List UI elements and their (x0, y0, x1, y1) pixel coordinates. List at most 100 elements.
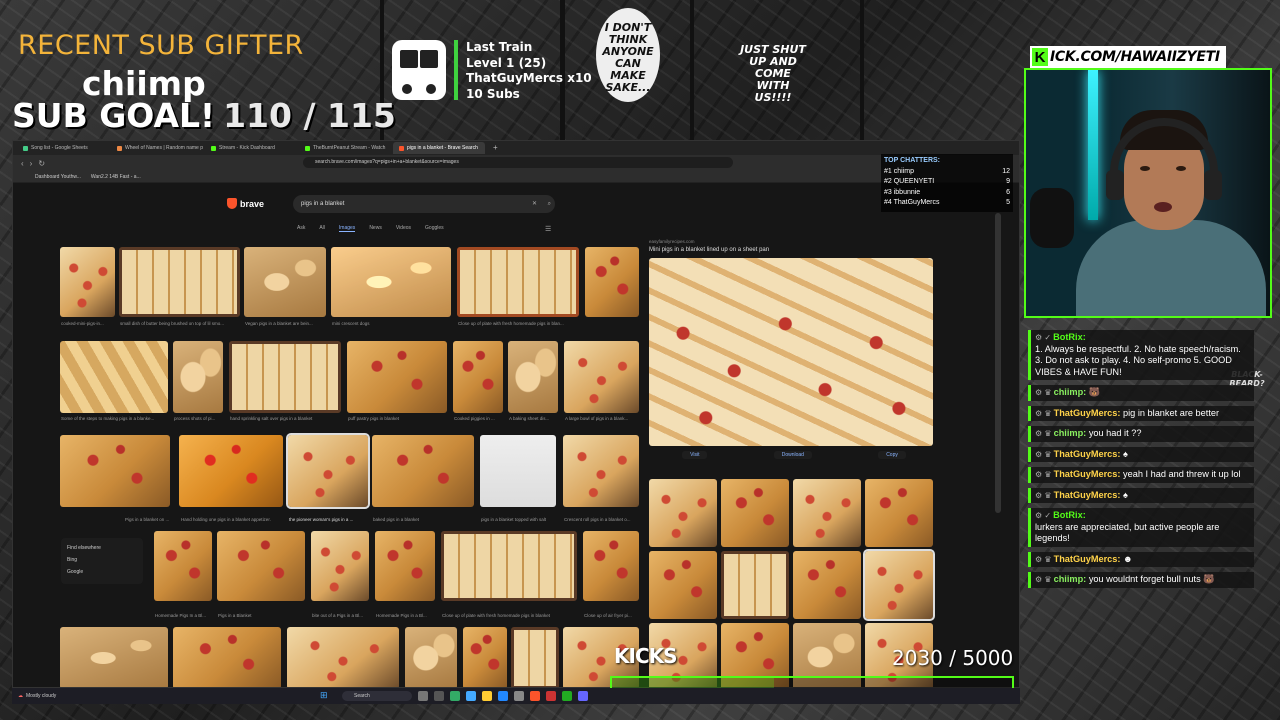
image-result[interactable] (244, 247, 326, 317)
image-result[interactable] (287, 627, 399, 687)
image-result-selected[interactable] (286, 433, 370, 509)
search-icon[interactable]: ⌕ (548, 195, 551, 213)
address-bar[interactable]: search.brave.com/images?q=pigs+in+a+blan… (303, 157, 733, 168)
image-result[interactable] (453, 341, 503, 413)
tab-videos[interactable]: Videos (396, 225, 411, 232)
image-result[interactable] (405, 627, 457, 687)
bookmark-item[interactable]: Dashboard Youthw... (35, 174, 81, 180)
taskbar-app-icon[interactable] (562, 691, 572, 701)
brave-icon (399, 145, 404, 151)
taskbar-app-icon[interactable] (578, 691, 588, 701)
manga-panel-divider (690, 0, 694, 140)
image-result[interactable] (229, 341, 341, 413)
image-result[interactable] (173, 341, 223, 413)
chat-username: BotRix: (1053, 510, 1086, 520)
taskbar-app-icon[interactable] (434, 691, 444, 701)
detail-preview-image[interactable] (649, 258, 933, 446)
reload-icon[interactable]: ↻ (38, 159, 45, 168)
image-result[interactable] (60, 627, 168, 687)
new-tab-button[interactable]: + (487, 142, 501, 154)
train-level: Level 1 (25) (466, 55, 547, 70)
image-result[interactable] (563, 435, 639, 507)
browser-tab-bar: Song list - Google Sheets Wheel of Names… (13, 141, 1019, 155)
forward-icon[interactable]: › (30, 159, 33, 168)
related-image[interactable] (649, 479, 717, 547)
tab-ask[interactable]: Ask (297, 225, 305, 232)
image-result[interactable] (331, 247, 451, 317)
filter-icon[interactable]: ☰ (545, 225, 551, 233)
manga-speech-bubble: I DON'T THINK ANYONE CAN MAKE SAKE... (596, 8, 660, 102)
taskbar-search[interactable]: Search (342, 691, 412, 701)
find-elsewhere-bing[interactable]: Bing (67, 554, 137, 566)
related-image[interactable] (793, 551, 861, 619)
image-result[interactable] (60, 247, 115, 317)
image-result[interactable] (508, 341, 558, 413)
related-image[interactable] (649, 551, 717, 619)
search-results-page: brave pigs in a blanket ✕ ⌕ Ask All Images… (13, 183, 1019, 687)
image-result[interactable] (372, 435, 474, 507)
image-result[interactable] (347, 341, 447, 413)
tab-all[interactable]: All (319, 225, 325, 232)
image-result[interactable] (375, 531, 435, 601)
related-image[interactable] (793, 479, 861, 547)
visit-button[interactable]: Visit (682, 451, 708, 459)
detail-actions: Visit Download Copy (649, 450, 939, 460)
tab-news[interactable]: News (369, 225, 382, 232)
taskbar-app-icon[interactable] (498, 691, 508, 701)
tab-theburntpeanut[interactable]: TheBurntPeanut Stream - Watch (299, 142, 391, 154)
download-button[interactable]: Download (773, 451, 812, 459)
taskbar-app-icon[interactable] (466, 691, 476, 701)
image-caption: cooked-mini-pigs-in... (61, 321, 104, 326)
related-image[interactable] (863, 549, 935, 621)
image-result[interactable] (179, 435, 283, 507)
search-input[interactable]: pigs in a blanket ✕ ⌕ (293, 195, 555, 213)
image-result[interactable] (60, 341, 168, 413)
image-result[interactable] (119, 247, 240, 317)
detail-source[interactable]: easyfamilyrecipes.com (649, 239, 939, 244)
chat-text: ☻ (1123, 553, 1133, 564)
brave-taskbar-icon[interactable] (530, 691, 540, 701)
image-caption: hand sprinkling salt over pigs in a blan… (230, 416, 313, 421)
related-image[interactable] (865, 479, 933, 547)
tab-brave-search[interactable]: pigs in a blanket - Brave Search (393, 142, 485, 154)
image-result[interactable] (311, 531, 369, 601)
tab-images[interactable]: Images (338, 225, 356, 232)
tab-goggles[interactable]: Goggles (425, 225, 444, 232)
image-result[interactable] (217, 531, 305, 601)
neon-light (1088, 70, 1098, 220)
scrollbar[interactable] (995, 213, 1001, 513)
taskbar-app-icon[interactable] (418, 691, 428, 701)
image-result[interactable] (480, 435, 556, 507)
chat-text: ♠ (1123, 448, 1128, 459)
tab-kick-dashboard[interactable]: Stream - Kick Dashboard (205, 142, 297, 154)
taskbar-app-icon[interactable] (482, 691, 492, 701)
image-result[interactable] (60, 435, 170, 507)
image-result[interactable] (173, 627, 281, 687)
bookmark-item[interactable]: Wan2.2 14B Fast - a... (91, 174, 141, 180)
image-result[interactable] (585, 247, 639, 317)
manga-panel-divider (860, 0, 864, 140)
image-caption: Pigs in a Blanket (218, 613, 252, 618)
taskbar-app-icon[interactable] (546, 691, 556, 701)
image-result[interactable] (463, 627, 507, 687)
image-result[interactable] (457, 247, 579, 317)
train-subs: 10 Subs (466, 86, 520, 101)
back-icon[interactable]: ‹ (21, 159, 24, 168)
taskbar-app-icon[interactable] (450, 691, 460, 701)
image-result[interactable] (441, 531, 577, 601)
chat-text: ♠ (1123, 489, 1128, 500)
image-result[interactable] (564, 341, 639, 413)
image-result[interactable] (154, 531, 212, 601)
brave-logo[interactable]: brave (227, 198, 264, 209)
copy-button[interactable]: Copy (878, 451, 906, 459)
clear-icon[interactable]: ✕ (532, 195, 537, 213)
tab-wheel-of-names[interactable]: Wheel of Names | Random name pi (111, 142, 203, 154)
image-result[interactable] (511, 627, 559, 687)
related-image[interactable] (721, 479, 789, 547)
windows-start-icon[interactable]: ⊞ (320, 690, 328, 701)
taskbar-app-icon[interactable] (514, 691, 524, 701)
find-elsewhere-google[interactable]: Google (67, 566, 137, 578)
related-image[interactable] (721, 551, 789, 619)
tab-song-list[interactable]: Song list - Google Sheets (17, 142, 109, 154)
image-result[interactable] (583, 531, 639, 601)
